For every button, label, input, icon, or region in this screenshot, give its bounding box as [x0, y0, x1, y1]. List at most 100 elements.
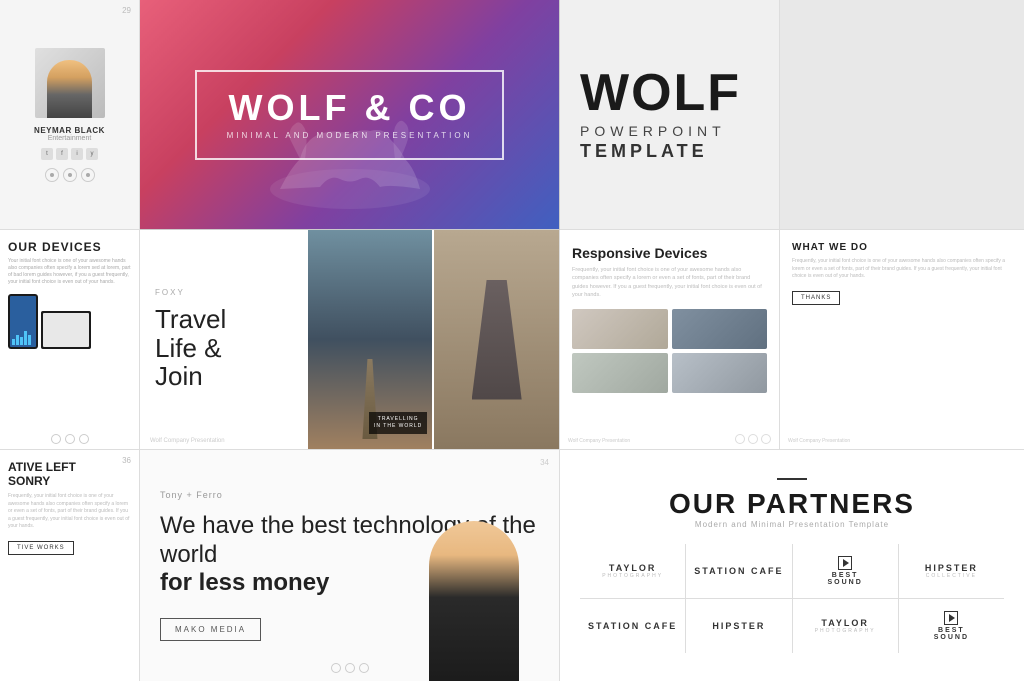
tech-quote-bold: for less money: [160, 569, 329, 596]
person-name: NEYMAR BLACK: [34, 126, 105, 135]
partners-title-line: [777, 478, 807, 480]
wolf-sub2: TEMPLATE: [580, 141, 708, 162]
responsive-text: Frequently, your initial font choice is …: [572, 266, 767, 299]
partner-name-7: TAYLOR: [821, 618, 869, 628]
wolf-big-title: WOLF: [580, 67, 741, 119]
resp-img-2: [672, 309, 768, 349]
partner-sub-1: PHOTOGRAPHY: [602, 573, 663, 579]
phone-mockup: [8, 294, 38, 349]
devices-partial-cell: OUR DEVICES Your initial font choice is …: [0, 230, 140, 450]
devices-mockup: [8, 294, 131, 349]
what-title: WHAT WE DO: [792, 242, 1012, 253]
devices-nav-1[interactable]: [51, 434, 61, 444]
play-icon-1: [838, 556, 852, 570]
wolf-sub1: POWERPOINT: [580, 123, 726, 139]
bar-2: [16, 335, 19, 345]
partner-cell-5: STATION CAFE: [580, 599, 685, 653]
partner-logo-4: HIPSTER COLLECTIVE: [925, 563, 978, 579]
tablet-screen: [43, 313, 89, 347]
partners-title: OUR PARTNERS: [580, 488, 1004, 520]
partners-subtitle: Modern and Minimal Presentation Template: [580, 520, 1004, 529]
partner-name-2: STATION CAFE: [694, 566, 783, 576]
church-shape: [472, 280, 522, 400]
resp-footer: Wolf Company Presentation: [568, 438, 630, 444]
nav-dots: [45, 168, 95, 182]
main-grid: 29 NEYMAR BLACK Entertainment t f i y WO…: [0, 0, 1024, 681]
bar-1: [12, 339, 15, 345]
resp-nav-1[interactable]: [735, 434, 745, 444]
thanks-button[interactable]: THANKS: [792, 291, 840, 305]
responsive-images: [572, 309, 767, 393]
badge-line2: IN THE WORLD: [374, 423, 422, 429]
instagram-icon[interactable]: i: [71, 148, 83, 160]
nav-prev[interactable]: [45, 168, 59, 182]
mako-media-button[interactable]: MAKO MEDIA: [160, 618, 261, 641]
foxy-footer: Wolf Company Presentation: [150, 438, 225, 444]
foxy-line3: Join: [155, 361, 203, 391]
nav-next[interactable]: [81, 168, 95, 182]
partner-cell-7: TAYLOR PHOTOGRAPHY: [793, 599, 898, 653]
partner-logo-3: BESTSOUND: [827, 556, 862, 586]
partner-name-5: STATION CAFE: [588, 621, 677, 631]
play-triangle-1: [843, 559, 849, 567]
nav-mid[interactable]: [63, 168, 77, 182]
partners-grid: TAYLOR PHOTOGRAPHY STATION CAFE BESTSOUN…: [580, 544, 1004, 653]
tech-nav-2[interactable]: [345, 663, 355, 673]
partner-sub-7: PHOTOGRAPHY: [815, 628, 876, 634]
avatar: [35, 48, 105, 118]
hero-title: WOLF & CO: [227, 90, 473, 126]
partner-name-4: HIPSTER: [925, 563, 978, 573]
tech-nav-3[interactable]: [359, 663, 369, 673]
tech-nav: [331, 663, 369, 673]
devices-nav-3[interactable]: [79, 434, 89, 444]
tech-slide-num: 34: [540, 458, 549, 467]
partner-logo-5: STATION CAFE: [588, 621, 677, 631]
devices-nav: [51, 434, 89, 444]
badge-line1: TRAVELLING: [378, 416, 419, 422]
partner-logo-6: HIPSTER: [712, 621, 765, 631]
resp-img-4: [672, 353, 768, 393]
hero-title-box: WOLF & CO MINIMAL AND MODERN PRESENTATIO…: [195, 70, 505, 160]
avatar-figure: [47, 60, 92, 118]
native-button[interactable]: TIVE WORKS: [8, 541, 74, 555]
person-title: Entertainment: [48, 135, 92, 142]
partner-cell-6: HIPSTER: [686, 599, 791, 653]
facebook-icon[interactable]: f: [56, 148, 68, 160]
native-title: ative Leftsonry: [8, 460, 131, 488]
devices-text: Your initial font choice is one of your …: [8, 258, 131, 286]
partner-logo-1: TAYLOR PHOTOGRAPHY: [602, 563, 663, 579]
native-text: Frequently, your initial font choice is …: [8, 493, 131, 531]
tech-cell: 34 Tony + Ferro We have the best technol…: [140, 450, 560, 681]
partner-cell-2: STATION CAFE: [686, 544, 791, 598]
resp-nav-2[interactable]: [748, 434, 758, 444]
devices-nav-2[interactable]: [65, 434, 75, 444]
partner-logo-2: STATION CAFE: [694, 566, 783, 576]
hero-cell: WOLF & CO MINIMAL AND MODERN PRESENTATIO…: [140, 0, 560, 230]
partner-name-1: TAYLOR: [609, 563, 657, 573]
native-title-text: ative Leftsonry: [8, 460, 76, 488]
foxy-line1: Travel: [155, 304, 226, 334]
resp-img-1: [572, 309, 668, 349]
partner-name-3: BESTSOUND: [827, 572, 862, 586]
chart: [12, 329, 34, 345]
foxy-eiffel-image: TRAVELLING IN THE WORLD: [308, 230, 433, 449]
native-cell: 36 ative Leftsonry Frequently, your init…: [0, 450, 140, 681]
youtube-icon[interactable]: y: [86, 148, 98, 160]
social-icons-row: t f i y: [41, 148, 98, 160]
wolf-title-cell: WOLF POWERPOINT TEMPLATE: [560, 0, 780, 230]
hero-subtitle: MINIMAL AND MODERN PRESENTATION: [227, 131, 473, 140]
slide-num-person: 29: [122, 6, 131, 15]
partner-sub-4: COLLECTIVE: [926, 573, 977, 579]
partner-logo-8: BESTSOUND: [934, 611, 969, 641]
native-slide-num: 36: [122, 456, 131, 465]
twitter-icon[interactable]: t: [41, 148, 53, 160]
play-triangle-2: [949, 614, 955, 622]
resp-img-3: [572, 353, 668, 393]
tech-nav-1[interactable]: [331, 663, 341, 673]
foxy-church-image: [434, 230, 559, 449]
bar-3: [20, 337, 23, 345]
partner-cell-3: BESTSOUND: [793, 544, 898, 598]
resp-nav-3[interactable]: [761, 434, 771, 444]
travel-badge: TRAVELLING IN THE WORLD: [369, 412, 427, 434]
partner-logo-7: TAYLOR PHOTOGRAPHY: [815, 618, 876, 634]
